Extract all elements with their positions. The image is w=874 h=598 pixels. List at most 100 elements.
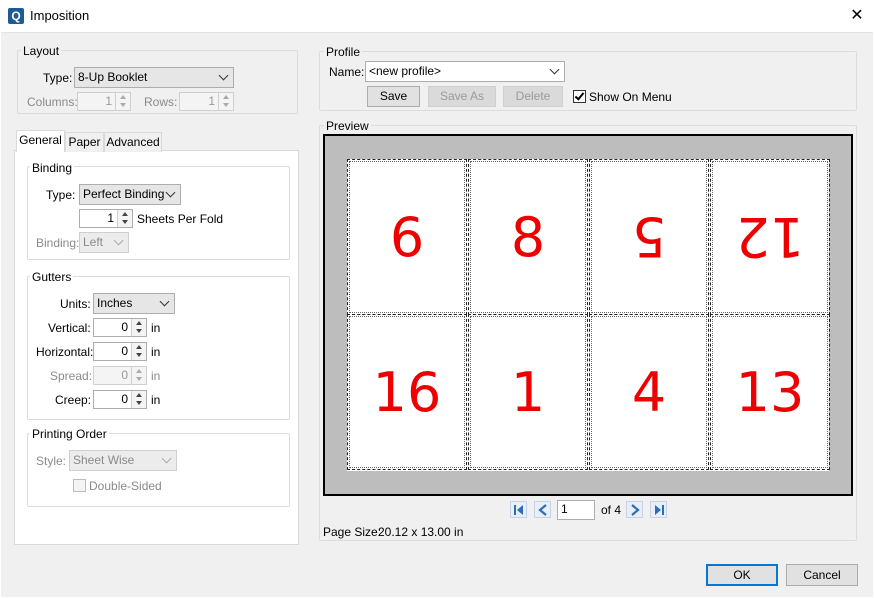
tab-paper[interactable]: Paper [65, 132, 104, 152]
title-bar: Q Imposition ✕ [0, 0, 874, 32]
stepper-arrows-icon [115, 93, 130, 110]
chevron-down-icon [159, 296, 170, 307]
chevron-down-icon [549, 64, 560, 75]
imposed-page: 1 [468, 314, 588, 470]
show-on-menu-label: Show On Menu [589, 90, 672, 104]
page-number: 4 [631, 360, 667, 424]
spread-unit: in [151, 369, 161, 383]
binding-type-select[interactable]: Perfect Binding [79, 184, 181, 205]
printing-order-legend: Printing Order [30, 427, 109, 441]
imposed-page: 16 [347, 314, 467, 470]
rows-value: 1 [208, 94, 215, 108]
spread-value: 0 [121, 368, 128, 382]
sheets-per-fold-value: 1 [107, 211, 114, 225]
profile-name-label: Name: [329, 65, 365, 79]
binding-side-select[interactable]: Left [79, 232, 129, 253]
tab-general[interactable]: General [16, 130, 65, 152]
next-page-icon[interactable] [626, 501, 643, 518]
style-select[interactable]: Sheet Wise [69, 450, 177, 471]
columns-value: 1 [105, 94, 112, 108]
gutters-legend: Gutters [30, 270, 74, 284]
sheets-per-fold-stepper[interactable]: 1 [79, 209, 133, 228]
creep-stepper[interactable]: 0 [93, 390, 147, 409]
profile-name-select[interactable]: <new profile> [365, 61, 565, 82]
horizontal-unit: in [151, 345, 161, 359]
units-select[interactable]: Inches [93, 293, 175, 314]
spread-label: Spread: [50, 369, 93, 383]
chevron-down-icon [165, 187, 176, 198]
stepper-arrows-icon [131, 391, 146, 408]
page-number: 5 [631, 205, 667, 269]
show-on-menu-checkbox[interactable] [573, 90, 586, 103]
page-count-label: of 4 [601, 503, 622, 517]
creep-unit: in [151, 393, 161, 407]
imposed-pages: 6 8 5 12 16 1 4 13 [347, 159, 830, 471]
binding-type-value: Perfect Binding [83, 187, 165, 201]
page-number: 13 [735, 360, 805, 424]
binding-side-value: Left [83, 235, 104, 249]
press-sheet: 6 8 5 12 16 1 4 13 [325, 136, 851, 494]
rows-stepper[interactable]: 1 [179, 92, 234, 111]
layout-type-select[interactable]: 8-Up Booklet [74, 67, 234, 88]
columns-label: Columns: [27, 95, 78, 109]
cancel-button[interactable]: Cancel [786, 564, 858, 586]
stepper-arrows-icon [131, 367, 146, 384]
stepper-arrows-icon [131, 319, 146, 336]
rows-label: Rows: [144, 95, 178, 109]
profile-name-value: <new profile> [369, 64, 442, 78]
vertical-unit: in [151, 321, 161, 335]
stepper-arrows-icon [131, 343, 146, 360]
style-value: Sheet Wise [73, 453, 135, 467]
stepper-arrows-icon [117, 210, 132, 227]
checkmark-icon [574, 90, 585, 101]
tab-advanced[interactable]: Advanced [104, 132, 162, 152]
last-page-icon[interactable] [650, 501, 667, 518]
binding-type-label: Type: [46, 188, 76, 202]
style-label: Style: [36, 454, 67, 468]
units-label: Units: [60, 297, 91, 311]
window-title: Imposition [30, 8, 90, 23]
creep-label: Creep: [55, 393, 92, 407]
page-number-input[interactable]: 1 [557, 500, 595, 520]
creep-value: 0 [121, 392, 128, 406]
previous-page-icon[interactable] [534, 501, 551, 518]
chevron-down-icon [113, 235, 124, 246]
imposed-page: 13 [710, 314, 830, 470]
ok-button[interactable]: OK [706, 564, 778, 586]
stepper-arrows-icon [218, 93, 233, 110]
save-button[interactable]: Save [367, 86, 420, 107]
double-sided-checkbox[interactable] [73, 479, 86, 492]
binding-side-label: Binding: [36, 236, 80, 250]
close-icon[interactable]: ✕ [842, 2, 872, 30]
vertical-stepper[interactable]: 0 [93, 318, 147, 337]
imposed-page: 5 [589, 159, 709, 315]
page-number: 8 [510, 205, 546, 269]
chevron-down-icon [218, 70, 229, 81]
page-number-value: 1 [561, 502, 568, 516]
double-sided-label: Double-Sided [89, 479, 162, 493]
layout-type-label: Type: [43, 71, 73, 85]
app-icon: Q [8, 8, 24, 24]
imposed-page: 6 [347, 159, 467, 315]
binding-legend: Binding [30, 161, 75, 175]
delete-button[interactable]: Delete [503, 86, 563, 107]
chevron-down-icon [161, 453, 172, 464]
imposed-page: 12 [710, 159, 830, 315]
horizontal-value: 0 [121, 344, 128, 358]
page-size-label: Page Size: [323, 525, 382, 539]
first-page-icon[interactable] [510, 501, 527, 518]
sheets-per-fold-label: Sheets Per Fold [137, 212, 224, 226]
save-as-button[interactable]: Save As [428, 86, 496, 107]
spread-stepper[interactable]: 0 [93, 366, 147, 385]
preview-legend: Preview [324, 119, 371, 133]
horizontal-stepper[interactable]: 0 [93, 342, 147, 361]
columns-stepper[interactable]: 1 [77, 92, 131, 111]
page-size-value: 20.12 x 13.00 in [378, 525, 464, 539]
vertical-label: Vertical: [48, 321, 91, 335]
profile-legend: Profile [324, 45, 363, 59]
page-number: 6 [389, 205, 425, 269]
imposed-page: 4 [589, 314, 709, 470]
page-number: 16 [372, 360, 442, 424]
imposed-page: 8 [468, 159, 588, 315]
units-value: Inches [97, 296, 133, 310]
